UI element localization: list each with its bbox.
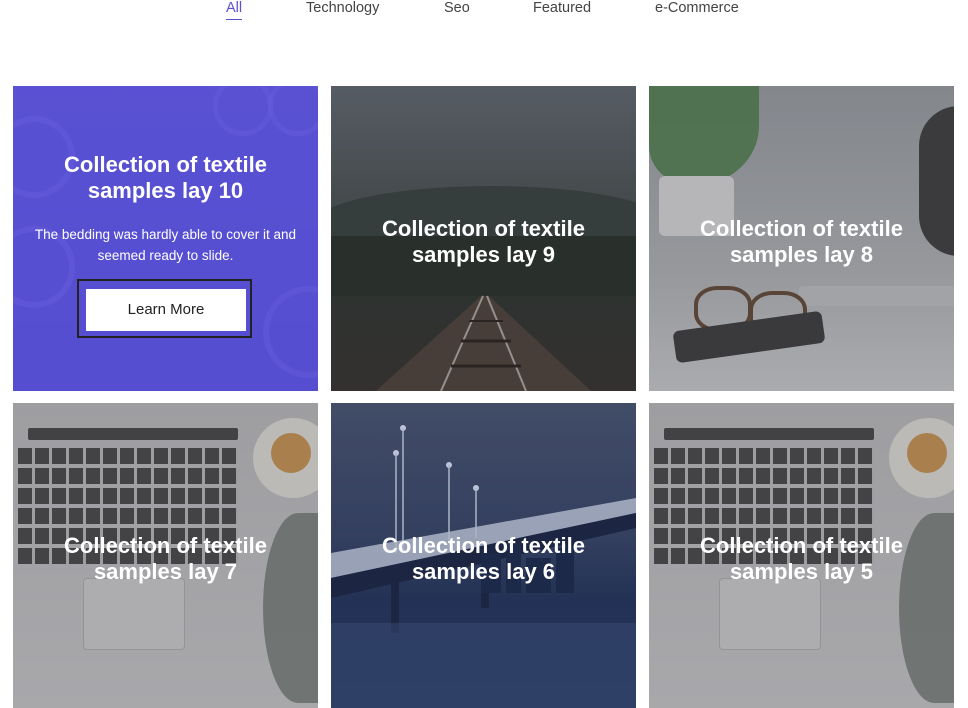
filter-featured[interactable]: Featured: [533, 0, 591, 16]
card-title: Collection of textile samples lay 7: [64, 533, 267, 584]
portfolio-card-7[interactable]: Collection of textile samples lay 7: [13, 403, 318, 708]
portfolio-card-8[interactable]: Collection of textile samples lay 8: [649, 86, 954, 391]
card-title: Collection of textile samples lay 6: [382, 533, 585, 584]
portfolio-card-10[interactable]: Collection of textile samples lay 10 The…: [13, 86, 318, 391]
learn-more-button[interactable]: Learn More: [86, 289, 246, 331]
card-description: The bedding was hardly able to cover it …: [34, 227, 297, 263]
filter-all[interactable]: All: [226, 0, 243, 20]
portfolio-card-9[interactable]: Collection of textile samples lay 9: [331, 86, 636, 391]
card-title: Collection of textile samples lay 5: [700, 533, 903, 584]
card-title: Collection of textile samples lay 10: [64, 152, 267, 203]
portfolio-filter-nav: All Technology Seo Featured e-Commerce: [0, 0, 968, 30]
card-title: Collection of textile samples lay 9: [382, 216, 585, 267]
filter-ecommerce[interactable]: e-Commerce: [655, 0, 739, 16]
filter-seo[interactable]: Seo: [444, 0, 470, 16]
portfolio-card-5[interactable]: Collection of textile samples lay 5: [649, 403, 954, 708]
filter-technology[interactable]: Technology: [306, 0, 379, 16]
portfolio-card-6[interactable]: Collection of textile samples lay 6: [331, 403, 636, 708]
card-title: Collection of textile samples lay 8: [700, 216, 903, 267]
